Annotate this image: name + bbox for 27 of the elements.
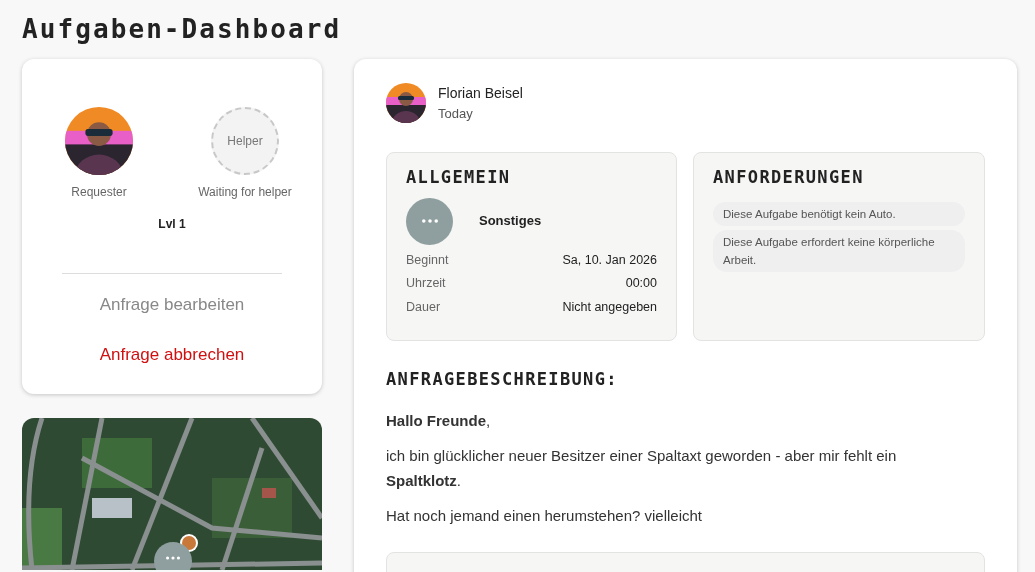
- description-paragraph: Hat noch jemand einen herumstehen? vielleicht: [386, 505, 704, 526]
- level-label: Lvl 1: [158, 216, 186, 233]
- action-link[interactable]: Anfrage bearbeiten: [99, 286, 245, 324]
- avatar: [386, 83, 426, 124]
- description-paragraph: ich bin glücklicher neuer Besitzer einer Spaltaxt geworden - aber mir fehlt ein Spaltklotz.: [386, 445, 898, 491]
- category-label: Sonstiges: [479, 212, 542, 231]
- more-icon: [421, 219, 438, 223]
- panel-heading: ALLGEMEIN: [406, 168, 512, 186]
- author-name: Florian Beisel: [438, 84, 523, 103]
- panel-heading: ANFORDERUNGEN: [713, 168, 865, 186]
- role-label: Waiting for helper: [198, 184, 292, 201]
- section-heading: ANFRAGEBESCHREIBUNG:: [386, 370, 619, 388]
- page-title: Aufgaben-Dashboard: [21, 13, 343, 42]
- requirement-item: Diese Aufgabe benötigt kein Auto.: [713, 201, 965, 226]
- helper-avatar: Helper: [211, 107, 279, 175]
- requirement-item: Diese Aufgabe erfordert keine körperliche Arbeit.: [713, 229, 965, 272]
- detail-value: 00:00: [625, 275, 657, 293]
- role-label: Requester: [71, 184, 127, 201]
- detail-label: Uhrzeit: [406, 275, 446, 293]
- detail-label: Beginnt: [406, 251, 449, 269]
- detail-label: Dauer: [406, 298, 441, 316]
- description-paragraph: Hallo Freunde,: [386, 410, 492, 431]
- detail-value: Sa, 10. Jan 2026: [562, 251, 657, 269]
- action-link[interactable]: Anfrage abbrechen: [99, 335, 245, 373]
- post-date: Today: [438, 105, 474, 123]
- more-icon: [166, 556, 180, 560]
- detail-value: Nicht angegeben: [562, 298, 657, 316]
